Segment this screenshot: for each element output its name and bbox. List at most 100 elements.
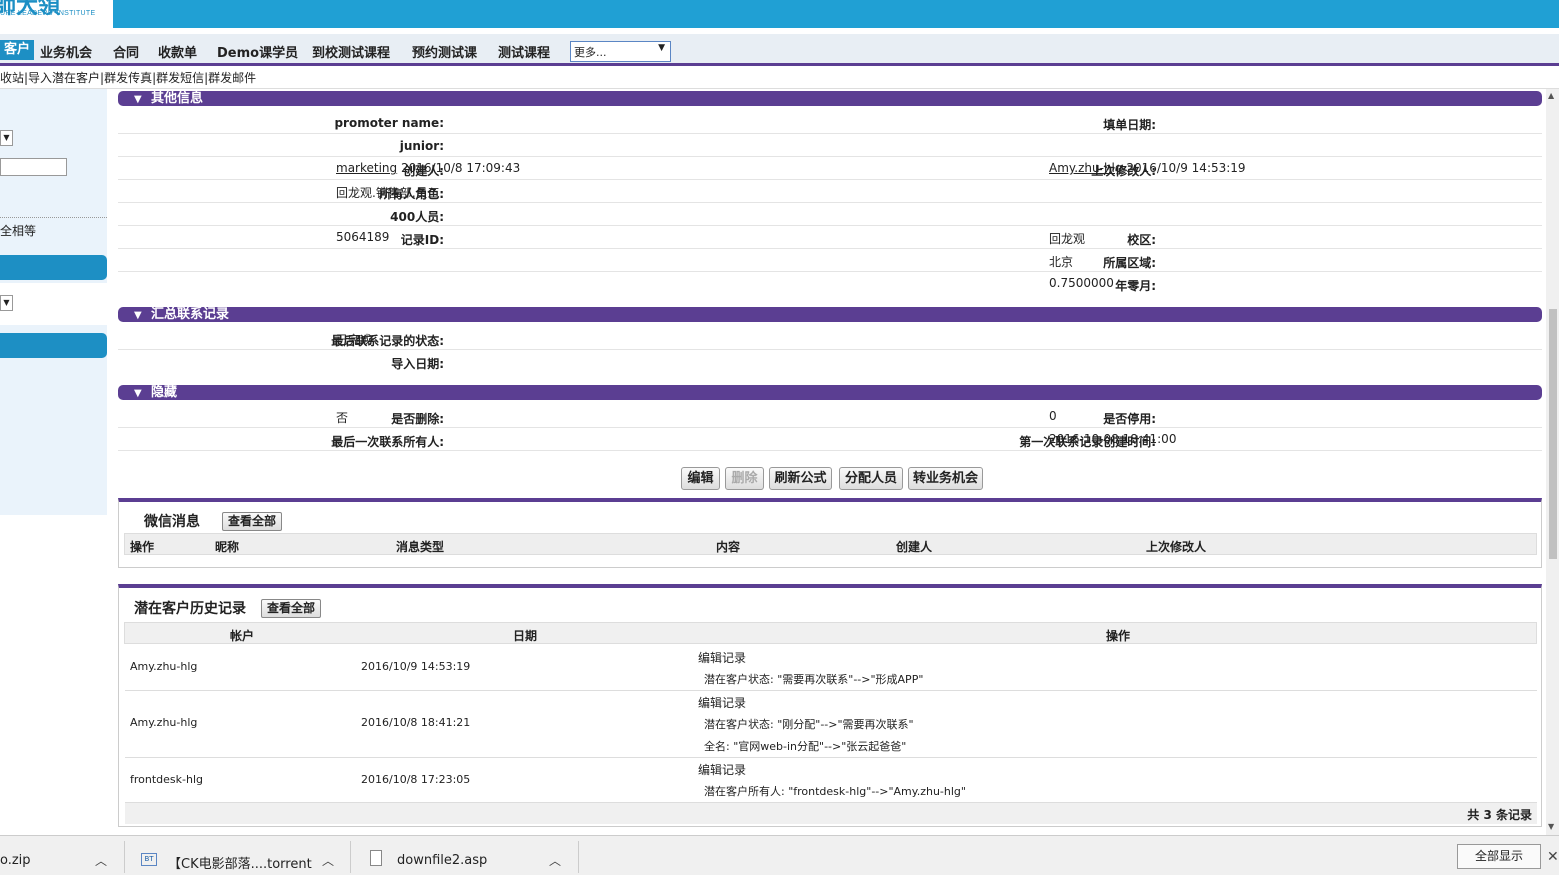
field-label: 导入日期: [391, 357, 444, 371]
column-header: 帐户 [230, 629, 255, 643]
assign-staff-button[interactable]: 分配人员 [839, 467, 903, 490]
nav-item-booking-test[interactable]: 预约测试课 [412, 42, 477, 61]
column-header: 操作 [130, 540, 155, 554]
history-op-line: 全名: "官网web-in分配"-->"张云起爸爸" [704, 740, 907, 753]
more-select[interactable]: 更多... ▼ [570, 41, 671, 62]
convert-opportunity-button[interactable]: 转业务机会 [908, 467, 983, 490]
close-icon[interactable]: ✕ [1547, 849, 1559, 865]
chevron-up-icon[interactable]: ︿ [95, 852, 107, 869]
download-item[interactable]: o.zip [0, 853, 31, 868]
field-label: 是否删除: [391, 412, 444, 426]
field-row: 最后联系记录的状态: 已完成 [118, 327, 1542, 350]
nav-item-receipt[interactable]: 收款单 [158, 42, 197, 61]
torrent-file-icon: BT [141, 853, 157, 866]
section-other-info[interactable]: ▼ 其他信息 [118, 91, 1542, 106]
field-value: 5064189 [336, 230, 390, 244]
last-modifier-link[interactable]: Amy.zhu-hlg [1049, 161, 1123, 175]
field-label: 400人员: [390, 210, 444, 224]
history-date: 2016/10/8 17:23:05 [361, 773, 471, 786]
field-value: Amy.zhu-hlg 2016/10/9 14:53:19 [1049, 161, 1246, 175]
collapse-triangle-icon: ▼ [134, 388, 142, 399]
show-all-button[interactable]: 全部显示 [1457, 844, 1541, 869]
field-value: 已完成 [336, 333, 373, 347]
file-icon [370, 850, 382, 866]
delete-button[interactable]: 删除 [725, 467, 764, 490]
history-account: frontdesk-hlg [130, 773, 203, 786]
table-footer: 共 3 条记录 [125, 803, 1537, 824]
left-sidebar: ▼ 全相等 ▼ [0, 89, 107, 515]
view-all-button[interactable]: 查看全部 [222, 512, 283, 531]
toolbar-links[interactable]: 收站|导入潜在客户|群发传真|群发短信|群发邮件 [0, 71, 256, 85]
divider [350, 841, 351, 873]
creator-link[interactable]: marketing [336, 161, 397, 175]
field-row: 最后一次联系所有人: 第一次联系记录创建时间: 2016-10-08 18:41… [118, 428, 1542, 451]
history-op-title: 编辑记录 [698, 696, 747, 710]
field-row: promoter name: 填单日期: [118, 111, 1542, 134]
table-row: frontdesk-hlg 2016/10/8 17:23:05 编辑记录 潜在… [125, 758, 1537, 803]
edit-button[interactable]: 编辑 [681, 467, 720, 490]
sidebar-button-2[interactable] [0, 333, 107, 358]
download-item[interactable]: 【CK电影部落....torrent [168, 853, 312, 872]
history-op-line: 潜在客户状态: "刚分配"-->"需要再次联系" [704, 718, 914, 731]
field-row: 记录ID: 5064189 校区: 回龙观 [118, 226, 1542, 249]
column-header: 创建人 [896, 540, 933, 554]
download-item[interactable]: downfile2.asp [397, 853, 487, 868]
section-hidden[interactable]: ▼ 隐藏 [118, 385, 1542, 400]
field-row: 创建人: marketing 2016/10/8 17:09:43 上次修改人:… [118, 157, 1542, 180]
main-nav: 客户 业务机会 合同 收款单 Demo课学员 到校测试课程 预约测试课 测试课程 [0, 34, 1559, 66]
record-count: 共 3 条记录 [1467, 808, 1532, 822]
nav-item-customer[interactable]: 客户 [0, 40, 35, 60]
column-header: 上次修改人 [1146, 540, 1207, 554]
field-value: 2016-10-08 18:41:00 [1049, 432, 1177, 446]
sidebar-filter-area [0, 283, 107, 325]
field-label: 是否停用: [1103, 412, 1156, 426]
action-buttons: 编辑 删除 刷新公式 分配人员 转业务机会 [0, 467, 1559, 490]
sidebar-select-1[interactable]: ▼ [0, 130, 13, 146]
column-header: 日期 [513, 629, 538, 643]
history-op-title: 编辑记录 [698, 651, 747, 665]
logo-subtitle: URE LEADERS' INSTITUTE [0, 10, 96, 17]
refresh-formula-button[interactable]: 刷新公式 [769, 467, 832, 490]
history-account: Amy.zhu-hlg [130, 716, 198, 729]
section-contact-summary[interactable]: ▼ 汇总联系记录 [118, 307, 1542, 322]
sidebar-button-1[interactable] [0, 255, 107, 280]
collapse-triangle-icon: ▼ [134, 94, 142, 105]
history-op-line: 潜在客户状态: "需要再次联系"-->"形成APP" [704, 673, 924, 686]
sidebar-divider [0, 217, 107, 218]
nav-item-opportunity[interactable]: 业务机会 [40, 42, 92, 61]
nav-item-demo-students[interactable]: Demo课学员 [217, 42, 298, 61]
nav-item-school-test[interactable]: 到校测试课程 [312, 42, 390, 61]
table-header: 操作 昵称 消息类型 内容 创建人 上次修改人 [124, 533, 1537, 555]
panel-title: 潜在客户历史记录 [134, 601, 246, 617]
nav-item-test-course[interactable]: 测试课程 [498, 42, 550, 61]
field-label: 填单日期: [1103, 118, 1156, 132]
divider [578, 841, 579, 873]
wechat-panel: 微信消息 查看全部 操作 昵称 消息类型 内容 创建人 上次修改人 [118, 498, 1542, 568]
field-value: marketing 2016/10/8 17:09:43 [336, 161, 520, 175]
chevron-up-icon[interactable]: ︿ [322, 852, 334, 869]
sidebar-match-label: 全相等 [0, 224, 37, 238]
scroll-up-icon[interactable]: ▲ [1548, 91, 1554, 100]
divider [124, 841, 125, 873]
field-row: 年零月: 0.7500000 [118, 272, 1542, 295]
field-label: 记录ID: [400, 233, 444, 247]
more-select-value: 更多... [574, 46, 607, 59]
scrollbar-thumb[interactable] [1549, 309, 1557, 559]
field-label: 校区: [1127, 233, 1156, 247]
history-account: Amy.zhu-hlg [130, 660, 198, 673]
field-row: 所属区域: 北京 [118, 249, 1542, 272]
scroll-down-icon[interactable]: ▼ [1548, 822, 1554, 831]
column-header: 消息类型 [396, 540, 445, 554]
field-value: 否 [336, 411, 349, 425]
view-all-button[interactable]: 查看全部 [261, 599, 322, 618]
field-value: 北京 [1049, 255, 1074, 269]
field-row: 导入日期: [118, 350, 1542, 373]
sidebar-select-2[interactable]: ▼ [0, 295, 13, 311]
chevron-up-icon[interactable]: ︿ [549, 852, 561, 869]
vertical-scrollbar[interactable]: ▲ ▼ [1546, 89, 1559, 835]
logo: 師大領 URE LEADERS' INSTITUTE [0, 0, 113, 28]
sidebar-search-input[interactable] [0, 158, 67, 176]
nav-item-contract[interactable]: 合同 [113, 42, 139, 61]
history-date: 2016/10/8 18:41:21 [361, 716, 471, 729]
field-value: 0.7500000 [1049, 276, 1114, 290]
